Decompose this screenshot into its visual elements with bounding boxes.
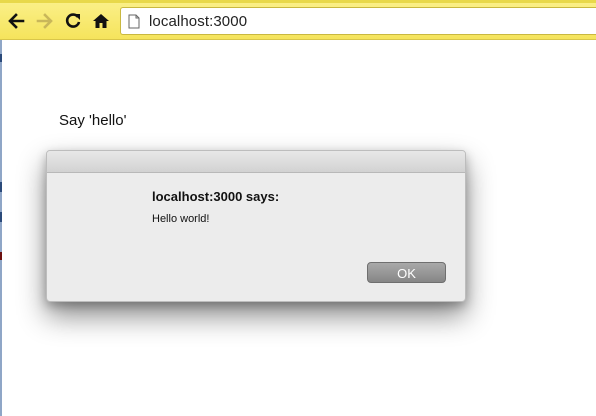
arrow-left-icon [8, 13, 25, 29]
reload-button[interactable] [62, 10, 84, 32]
alert-dialog: localhost:3000 says: Hello world! OK [46, 150, 466, 302]
home-icon [93, 14, 109, 28]
window-left-edge [0, 40, 2, 416]
back-button[interactable] [5, 10, 27, 32]
address-text: localhost:3000 [149, 13, 248, 30]
reload-icon [65, 13, 81, 28]
page-icon [128, 14, 140, 34]
ok-button[interactable]: OK [367, 262, 446, 283]
browser-toolbar: localhost:3000 [0, 0, 596, 40]
edge-mark [0, 212, 2, 222]
edge-mark [0, 182, 2, 192]
dialog-message: Hello world! [152, 213, 210, 225]
forward-button[interactable] [34, 10, 56, 32]
page-text: Say 'hello' [59, 112, 127, 129]
edge-mark [0, 252, 2, 260]
home-button[interactable] [90, 10, 112, 32]
dialog-titlebar [47, 151, 465, 173]
dialog-heading: localhost:3000 says: [152, 189, 280, 204]
toolbar-top-edge [0, 0, 596, 3]
address-bar[interactable]: localhost:3000 [120, 7, 596, 35]
arrow-right-icon [36, 13, 53, 29]
edge-mark [0, 54, 2, 62]
